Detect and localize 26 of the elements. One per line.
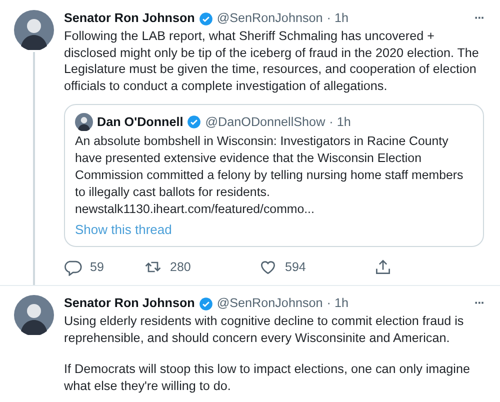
author-handle[interactable]: @SenRonJohnson	[216, 10, 323, 27]
quoted-tweet-card[interactable]	[64, 104, 484, 247]
tweet-time[interactable]: · 1h	[329, 114, 351, 130]
share-icon	[374, 258, 392, 276]
tweet-time[interactable]: · 1h	[326, 295, 348, 312]
tweet-time[interactable]: · 1h	[326, 10, 348, 27]
like-button[interactable]: 594	[259, 258, 374, 276]
author-handle[interactable]: @DanODonnellShow	[205, 114, 326, 130]
quoted-tweet-text: An absolute bombshell in Wisconsin: Investigators in Racine County have presented extensive evidence that the Wisconsin Election Commission committed a felony by telling nursing home staff members to illegally cast ballots for residents.	[75, 133, 464, 201]
avatar[interactable]	[14, 10, 54, 50]
tweet-text: If Democrats will stoop this low to impact elections, one can only imagine what else they're willing to do.	[64, 361, 471, 394]
more-options-icon[interactable]: ···	[474, 295, 484, 312]
heart-icon	[259, 258, 277, 276]
author-name[interactable]: Dan O'Donnell	[97, 114, 184, 130]
tweet-text: Following the LAB report, what Sheriff Schmaling has uncovered + disclosed might only be tip of the iceberg of fraud in the 2020 election. The Legislature must be given the time, resources, and cooperation of election officials to conduct a complete investigation of allegations.	[64, 28, 480, 94]
author-name[interactable]: Senator Ron Johnson	[64, 10, 195, 27]
avatar[interactable]	[14, 295, 54, 335]
comment-icon	[64, 258, 82, 276]
author-handle[interactable]: @SenRonJohnson	[216, 295, 323, 312]
retweet-button[interactable]: 280	[144, 258, 259, 276]
link[interactable]: newstalk1130.iheart.com/featured/commo...	[75, 201, 473, 218]
avatar[interactable]	[75, 113, 93, 131]
tweet-text: Using elderly residents with cognitive decline to commit election fraud is reprehensible, and should concern every Wisconsinite and American.	[64, 313, 465, 346]
more-options-icon[interactable]: ···	[474, 10, 484, 27]
author-name[interactable]: Senator Ron Johnson	[64, 295, 195, 312]
reply-button[interactable]: 59	[64, 258, 144, 276]
